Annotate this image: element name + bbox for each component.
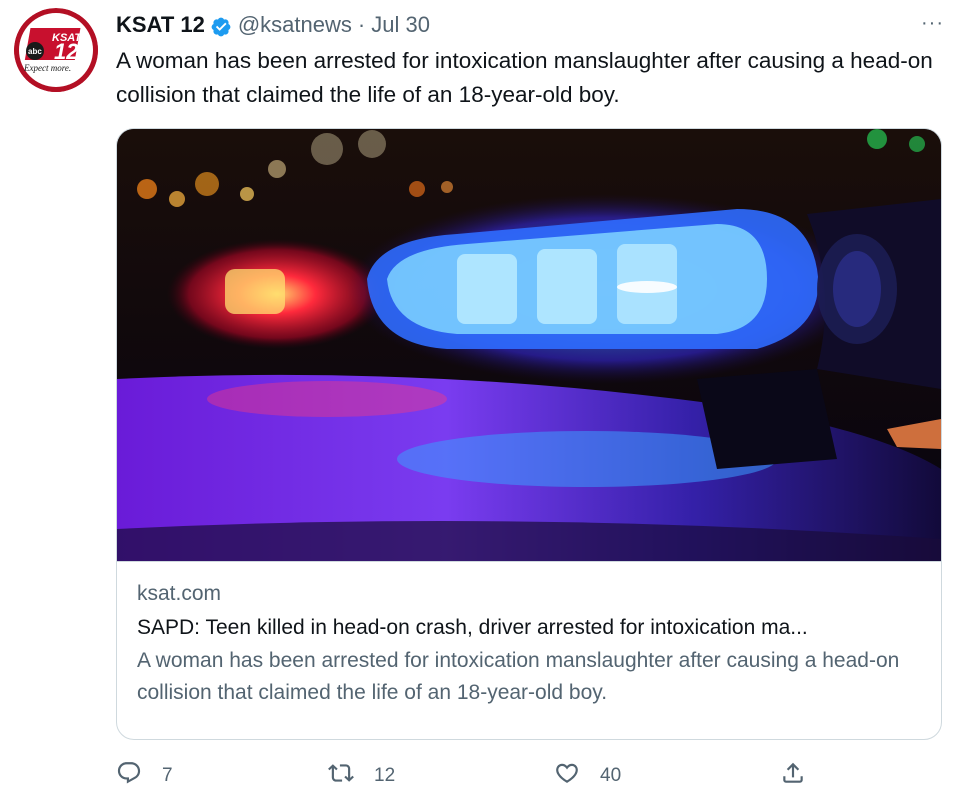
user-handle[interactable]: @ksatnews [238, 8, 352, 42]
tweet-actions: 7 12 40 [116, 760, 816, 796]
retweet-count: 12 [374, 765, 396, 786]
heart-icon [554, 760, 580, 792]
tweet-date[interactable]: Jul 30 [371, 8, 430, 42]
reply-button[interactable]: 7 [116, 760, 173, 792]
share-icon [780, 760, 806, 792]
tweet-text: A woman has been arrested for intoxicati… [116, 48, 933, 107]
like-button[interactable]: 40 [554, 760, 621, 792]
display-name[interactable]: KSAT 12 [116, 8, 205, 42]
more-options-icon[interactable]: ··· [921, 12, 944, 35]
card-title: SAPD: Teen killed in head-on crash, driv… [137, 616, 808, 639]
link-card[interactable]: ksat.com SAPD: Teen killed in head-on cr… [116, 128, 942, 740]
reply-count: 7 [162, 765, 173, 786]
card-domain: ksat.com [137, 582, 222, 605]
tweet-header: KSAT 12 @ksatnews · Jul 30 [116, 8, 430, 42]
logo-channel-text: 12 [54, 39, 79, 64]
retweet-button[interactable]: 12 [328, 760, 395, 792]
ksat-logo: KSAT 12 abc Expect more. [14, 8, 98, 92]
logo-tagline-text: Expect more. [23, 63, 71, 73]
share-button[interactable] [780, 760, 806, 792]
logo-network-text: abc [28, 47, 42, 56]
police-lights-photo [117, 129, 941, 561]
reply-icon [116, 760, 142, 792]
tweet: KSAT 12 abc Expect more. KSAT 12 @ksatne… [0, 0, 960, 804]
like-count: 40 [600, 765, 622, 786]
avatar[interactable]: KSAT 12 abc Expect more. [14, 8, 98, 92]
header-separator: · [357, 12, 366, 37]
card-body: ksat.com SAPD: Teen killed in head-on cr… [137, 579, 927, 709]
card-image [117, 129, 941, 562]
card-description: A woman has been arrested for intoxicati… [137, 649, 900, 704]
retweet-icon [328, 760, 354, 792]
verified-badge-icon [210, 14, 232, 37]
